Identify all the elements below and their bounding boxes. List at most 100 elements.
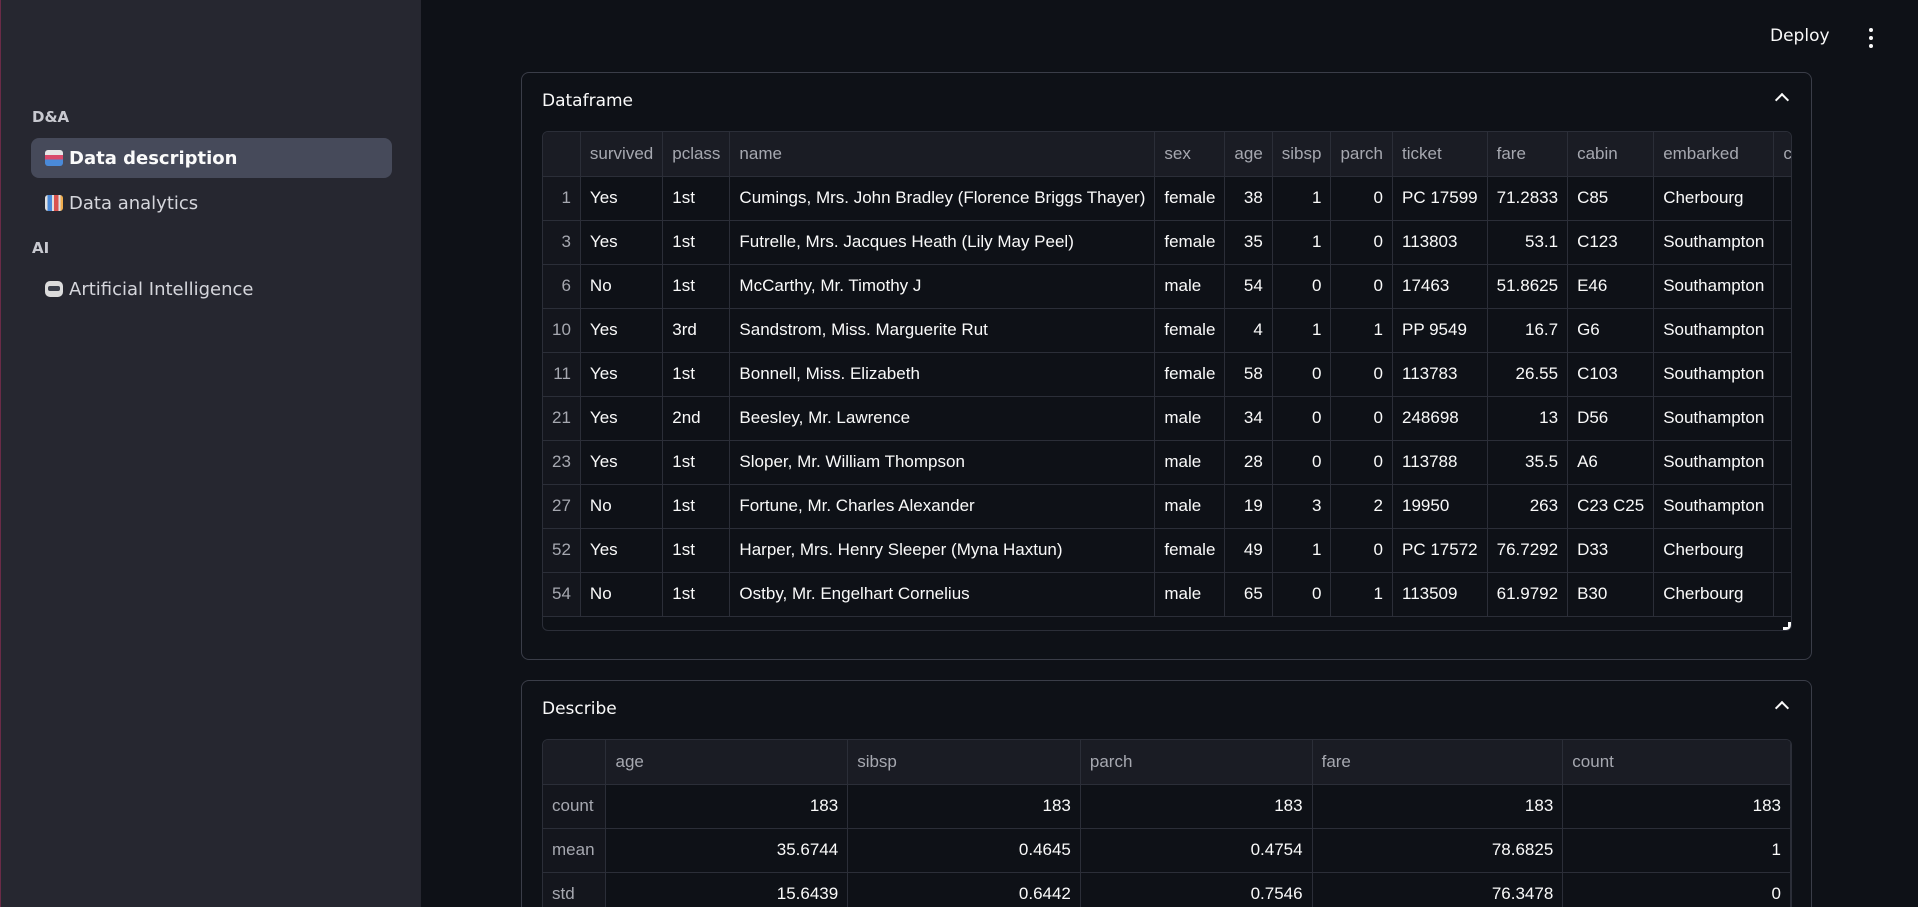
column-header[interactable]: sex [1154, 132, 1226, 177]
row-index[interactable]: 3 [543, 220, 581, 265]
table-cell[interactable]: Sandstrom, Miss. Marguerite Rut [729, 308, 1156, 353]
table-cell[interactable]: 1 [1272, 308, 1332, 353]
table-cell[interactable]: C85 [1567, 176, 1655, 221]
table-cell[interactable]: Southampton [1653, 352, 1775, 397]
table-cell[interactable]: 17463 [1392, 264, 1488, 309]
table-cell[interactable]: B30 [1567, 572, 1655, 617]
table-cell[interactable]: 71.2833 [1487, 176, 1569, 221]
table-cell[interactable]: 0 [1330, 176, 1393, 221]
table-cell[interactable]: 61.9792 [1487, 572, 1569, 617]
row-index[interactable]: 27 [543, 484, 581, 529]
row-index[interactable]: 21 [543, 396, 581, 441]
table-cell[interactable]: 1 [1330, 572, 1393, 617]
table-cell[interactable]: No [580, 572, 664, 617]
sidebar-item-artificial-intelligence[interactable]: Artificial Intelligence [31, 269, 392, 309]
table-cell[interactable] [1773, 528, 1791, 573]
table-cell[interactable]: female [1154, 308, 1226, 353]
table-cell[interactable] [1773, 440, 1791, 485]
table-cell[interactable]: 263 [1487, 484, 1569, 529]
table-cell[interactable]: G6 [1567, 308, 1655, 353]
table-cell[interactable]: E46 [1567, 264, 1655, 309]
table-cell[interactable]: 1st [662, 264, 731, 309]
table-cell[interactable]: 0 [1272, 572, 1332, 617]
table-cell[interactable]: 113783 [1392, 352, 1488, 397]
table-cell[interactable]: Beesley, Mr. Lawrence [729, 396, 1156, 441]
table-cell[interactable]: female [1154, 352, 1226, 397]
table-cell[interactable]: 183 [1080, 784, 1313, 829]
table-cell[interactable]: Southampton [1653, 440, 1775, 485]
table-cell[interactable]: 3 [1272, 484, 1332, 529]
table-cell[interactable]: 1st [662, 220, 731, 265]
table-cell[interactable]: Yes [580, 176, 664, 221]
table-cell[interactable]: 0 [1272, 352, 1332, 397]
table-cell[interactable]: PP 9549 [1392, 308, 1488, 353]
row-index[interactable]: 52 [543, 528, 581, 573]
table-cell[interactable]: 1st [662, 528, 731, 573]
table-cell[interactable]: 19 [1224, 484, 1273, 529]
table-cell[interactable]: 113788 [1392, 440, 1488, 485]
table-cell[interactable]: 2nd [662, 396, 731, 441]
dataframe-grid[interactable]: survived pclass name sex age sibsp parch… [542, 131, 1792, 631]
table-cell[interactable]: Yes [580, 308, 664, 353]
describe-grid[interactable]: age sibsp parch fare count count 183 183 18… [542, 739, 1792, 907]
table-cell[interactable]: 1st [662, 176, 731, 221]
table-cell[interactable]: 58 [1224, 352, 1273, 397]
column-header[interactable]: age [605, 740, 849, 785]
table-cell[interactable]: female [1154, 528, 1226, 573]
table-cell[interactable]: Southampton [1653, 264, 1775, 309]
table-cell[interactable]: 76.7292 [1487, 528, 1569, 573]
table-cell[interactable]: 183 [847, 784, 1081, 829]
table-cell[interactable]: 4 [1224, 308, 1273, 353]
table-cell[interactable]: 0 [1562, 872, 1791, 907]
table-cell[interactable]: 53.1 [1487, 220, 1569, 265]
table-cell[interactable]: 15.6439 [605, 872, 849, 907]
row-index[interactable]: 11 [543, 352, 581, 397]
table-cell[interactable]: 183 [1562, 784, 1791, 829]
chevron-up-icon[interactable] [1774, 700, 1790, 716]
table-cell[interactable] [1773, 220, 1791, 265]
table-cell[interactable]: No [580, 484, 664, 529]
row-index[interactable]: 1 [543, 176, 581, 221]
column-header[interactable]: count [1562, 740, 1791, 785]
row-index[interactable]: 10 [543, 308, 581, 353]
table-cell[interactable]: No [580, 264, 664, 309]
deploy-button[interactable]: Deploy [1770, 26, 1830, 46]
table-cell[interactable]: 248698 [1392, 396, 1488, 441]
table-cell[interactable]: 78.6825 [1312, 828, 1564, 873]
table-cell[interactable]: Sloper, Mr. William Thompson [729, 440, 1156, 485]
table-cell[interactable]: 0 [1330, 440, 1393, 485]
table-cell[interactable]: 34 [1224, 396, 1273, 441]
table-cell[interactable]: 65 [1224, 572, 1273, 617]
table-cell[interactable]: 1 [1272, 528, 1332, 573]
table-cell[interactable]: male [1154, 396, 1226, 441]
column-header[interactable]: embarked [1653, 132, 1775, 177]
table-cell[interactable]: 2 [1330, 484, 1393, 529]
table-cell[interactable]: 0 [1272, 396, 1332, 441]
resize-handle-icon[interactable] [1783, 622, 1791, 630]
describe-expander-header[interactable]: Describe [522, 681, 1811, 737]
row-index[interactable]: mean [543, 828, 607, 873]
column-header[interactable]: parch [1080, 740, 1313, 785]
table-cell[interactable]: 1st [662, 440, 731, 485]
sidebar-item-data-description[interactable]: Data description [31, 138, 392, 178]
column-header[interactable]: ticket [1392, 132, 1488, 177]
table-cell[interactable]: 1st [662, 484, 731, 529]
table-cell[interactable]: female [1154, 220, 1226, 265]
table-cell[interactable]: male [1154, 440, 1226, 485]
table-cell[interactable]: 28 [1224, 440, 1273, 485]
column-header[interactable]: parch [1330, 132, 1393, 177]
table-cell[interactable]: 1 [1272, 176, 1332, 221]
dataframe-expander-header[interactable]: Dataframe [522, 73, 1811, 129]
table-cell[interactable]: 0.4645 [847, 828, 1081, 873]
table-cell[interactable]: C123 [1567, 220, 1655, 265]
table-cell[interactable]: PC 17572 [1392, 528, 1488, 573]
table-cell[interactable]: female [1154, 176, 1226, 221]
table-cell[interactable]: 16.7 [1487, 308, 1569, 353]
table-cell[interactable]: Yes [580, 352, 664, 397]
table-cell[interactable]: 0.6442 [847, 872, 1081, 907]
table-cell[interactable]: Southampton [1653, 484, 1775, 529]
table-cell[interactable]: 113803 [1392, 220, 1488, 265]
table-cell[interactable]: 26.55 [1487, 352, 1569, 397]
table-cell[interactable]: McCarthy, Mr. Timothy J [729, 264, 1156, 309]
table-cell[interactable]: 1 [1272, 220, 1332, 265]
